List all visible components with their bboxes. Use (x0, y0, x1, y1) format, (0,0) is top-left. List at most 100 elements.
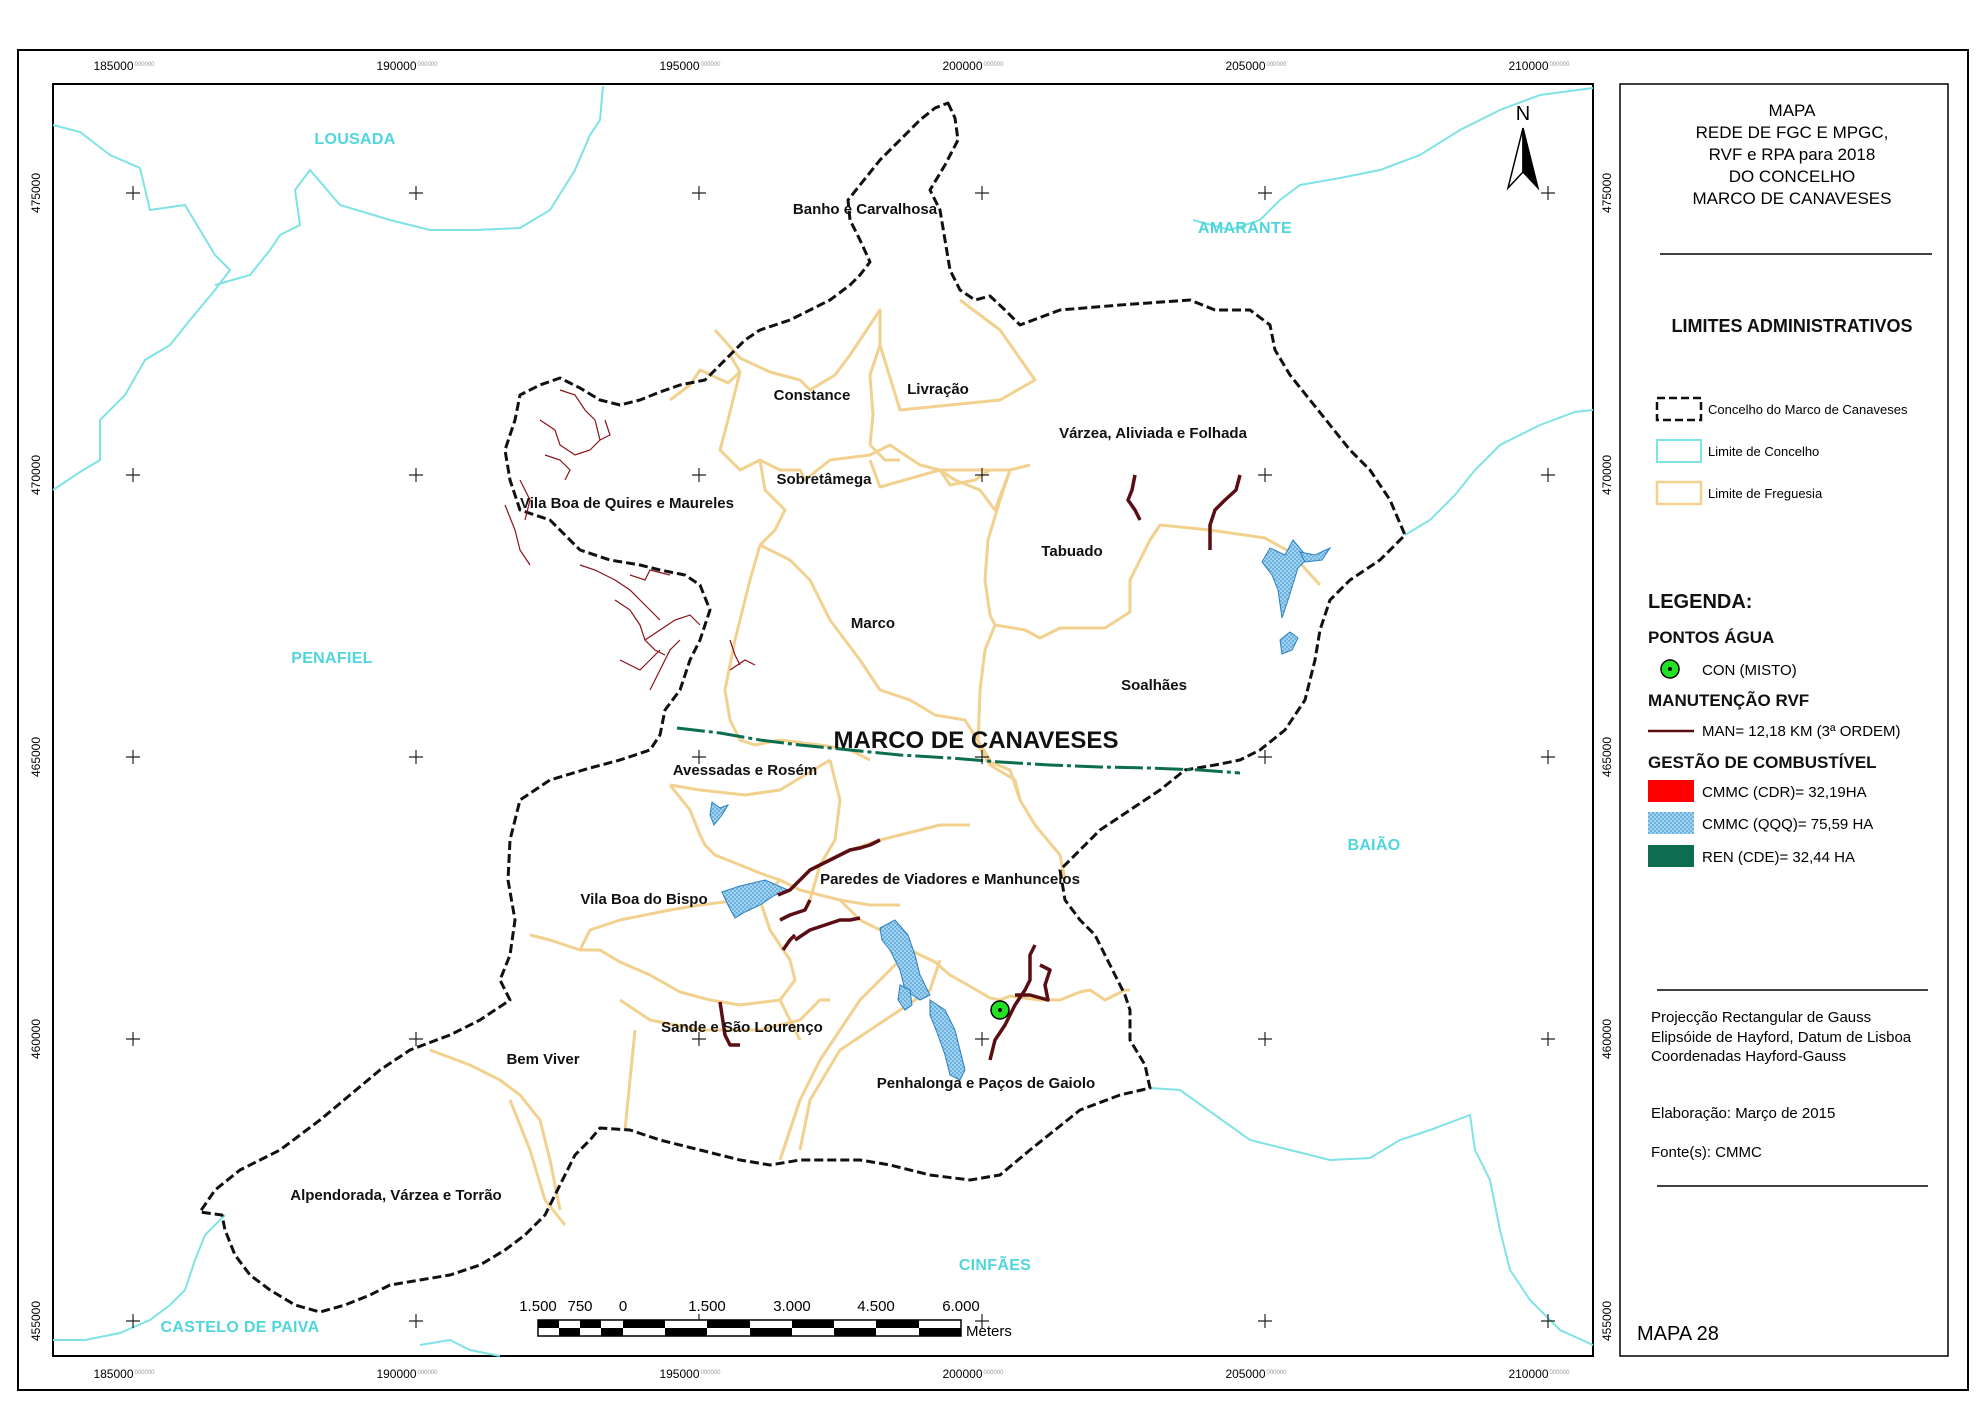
parish-label: Sobretâmega (776, 471, 872, 488)
north-label: N (1516, 103, 1530, 125)
title-line: MAPA (1769, 101, 1817, 120)
fuel-heading: GESTÃO DE COMBUSTÍVEL (1648, 752, 1877, 772)
map-sheet: 185000000000 190000000000 195000000000 2… (17, 49, 1969, 1391)
scale-label: 0 (619, 1298, 627, 1315)
neighbour-label: PENAFIEL (291, 650, 373, 667)
title-line: REDE DE FGC E MPGC, (1696, 123, 1889, 142)
legend-panel: MAPA REDE DE FGC E MPGC, RVF e RPA para … (1637, 101, 1932, 1345)
parish-label: Constance (774, 387, 851, 404)
parish-swatch (1655, 480, 1703, 506)
neighbour-borders (52, 85, 1594, 1357)
x-tick: 210000000000 (1508, 1367, 1570, 1381)
fuel-swatch-qqq (1648, 812, 1694, 834)
rvf-item-label: MAN= 12,18 KM (3ª ORDEM) (1702, 723, 1901, 740)
x-tick: 190000000000 (376, 1367, 438, 1381)
scale-label: 6.000 (942, 1298, 980, 1315)
parish-label: Tabuado (1041, 543, 1102, 560)
north-arrow-icon: N (1506, 103, 1540, 191)
title-line: MARCO DE CANAVESES (1692, 189, 1891, 208)
neighbour-label: BAIÃO (1347, 834, 1400, 854)
parish-label: Paredes de Viadores e Manhuncelos (820, 871, 1080, 888)
y-tick: 465000 (1600, 737, 1614, 777)
concelho-swatch (1655, 396, 1703, 422)
fuel-item-label: REN (CDE)= 32,44 HA (1702, 849, 1855, 866)
y-tick: 475000 (1600, 173, 1614, 213)
fuel-swatch-cdr (1648, 780, 1694, 802)
admin-item-label: Limite de Freguesia (1708, 486, 1823, 501)
x-tick: 205000000000 (1225, 59, 1287, 73)
grid-crosses (126, 186, 1555, 1328)
y-axis-left: 475000 470000 465000 460000 455000 (29, 173, 43, 1341)
water-heading: PONTOS ÁGUA (1648, 628, 1774, 647)
map-title: MAPA REDE DE FGC E MPGC, RVF e RPA para … (1692, 101, 1891, 208)
y-tick: 465000 (29, 737, 43, 777)
x-tick: 210000000000 (1508, 59, 1570, 73)
title-line: RVF e RPA para 2018 (1709, 145, 1876, 164)
parish-label: Sande e São Lourenço (661, 1019, 823, 1036)
neighbour-label: CASTELO DE PAIVA (161, 1319, 320, 1336)
x-tick: 185000000000 (93, 59, 155, 73)
y-tick: 470000 (29, 455, 43, 495)
x-tick: 195000000000 (659, 59, 721, 73)
parish-label: Avessadas e Rosém (673, 762, 818, 779)
neighbour-label: LOUSADA (314, 131, 395, 148)
parish-label: Livração (907, 381, 969, 398)
map-frame (52, 83, 1594, 1357)
x-tick: 195000000000 (659, 1367, 721, 1381)
scale-label: 1.500 (688, 1298, 726, 1315)
scale-unit: Meters (966, 1323, 1012, 1340)
x-tick: 185000000000 (93, 1367, 155, 1381)
y-tick: 475000 (29, 173, 43, 213)
parish-label: Várzea, Aliviada e Folhada (1059, 425, 1248, 442)
x-tick: 200000000000 (942, 1367, 1004, 1381)
x-tick: 205000000000 (1225, 1367, 1287, 1381)
title-line: DO CONCELHO (1729, 167, 1856, 186)
x-tick: 190000000000 (376, 59, 438, 73)
concelho-main-label: MARCO DE CANAVESES (834, 727, 1119, 754)
scale-bar: 1.500 750 0 1.500 3.000 4.500 6.000 Mete… (519, 1298, 1012, 1340)
scale-label: 750 (567, 1298, 592, 1315)
rvf-heading: MANUTENÇÃO RVF (1648, 690, 1809, 710)
neighbour-label: CINFÃES (959, 1254, 1031, 1274)
admin-item-label: Concelho do Marco de Canaveses (1708, 402, 1908, 417)
projection-info: Projecção Rectangular de Gauss Elipsóide… (1651, 1009, 1912, 1065)
neighbour-swatch (1656, 439, 1702, 463)
fuel-swatch-cde (1648, 845, 1694, 867)
water-item-label: CON (MISTO) (1702, 662, 1797, 679)
projection-line: Elipsóide de Hayford, Datum de Lisboa (1651, 1029, 1912, 1046)
y-tick: 460000 (1600, 1019, 1614, 1059)
scale-bar-labels: 1.500 750 0 1.500 3.000 4.500 6.000 (519, 1298, 980, 1315)
y-tick: 470000 (1600, 455, 1614, 495)
y-tick: 455000 (1600, 1301, 1614, 1341)
fuel-item-label: CMMC (QQQ)= 75,59 HA (1702, 816, 1873, 833)
y-axis-right: 475000 470000 465000 460000 455000 (1600, 173, 1614, 1341)
rvf-thin-lines (504, 389, 756, 691)
x-tick: 200000000000 (942, 59, 1004, 73)
parish-labels: Banho e Carvalhosa Constance Livração Vá… (290, 201, 1247, 1204)
projection-line: Projecção Rectangular de Gauss (1651, 1009, 1871, 1026)
neighbour-label: AMARANTE (1198, 220, 1292, 237)
scale-label: 4.500 (857, 1298, 895, 1315)
parish-label: Bem Viver (506, 1051, 579, 1068)
scale-label: 3.000 (773, 1298, 811, 1315)
map-number: MAPA 28 (1637, 1323, 1719, 1345)
scale-label: 1.500 (519, 1298, 557, 1315)
parish-label: Soalhães (1121, 677, 1187, 694)
x-axis-top: 185000000000 190000000000 195000000000 2… (93, 59, 1570, 73)
parish-label: Vila Boa de Quires e Maureles (520, 495, 734, 512)
parish-label: Alpendorada, Várzea e Torrão (290, 1187, 501, 1204)
legend-heading: LEGENDA: (1648, 591, 1752, 613)
parish-label: Penhalonga e Paços de Gaiolo (877, 1075, 1095, 1092)
parish-label: Banho e Carvalhosa (793, 201, 938, 218)
water-point-marker (990, 1000, 1010, 1020)
admin-item-label: Limite de Concelho (1708, 444, 1819, 459)
parish-label: Vila Boa do Bispo (580, 891, 707, 908)
admin-heading: LIMITES ADMINISTRATIVOS (1672, 316, 1913, 336)
y-tick: 460000 (29, 1019, 43, 1059)
x-axis-bottom: 185000000000 190000000000 195000000000 2… (93, 1367, 1570, 1381)
projection-line: Coordenadas Hayford-Gauss (1651, 1048, 1846, 1065)
y-tick: 455000 (29, 1301, 43, 1341)
fuel-item-label: CMMC (CDR)= 32,19HA (1702, 784, 1867, 801)
elaboration-text: Elaboração: Março de 2015 (1651, 1105, 1835, 1122)
parish-label: Marco (851, 615, 895, 632)
